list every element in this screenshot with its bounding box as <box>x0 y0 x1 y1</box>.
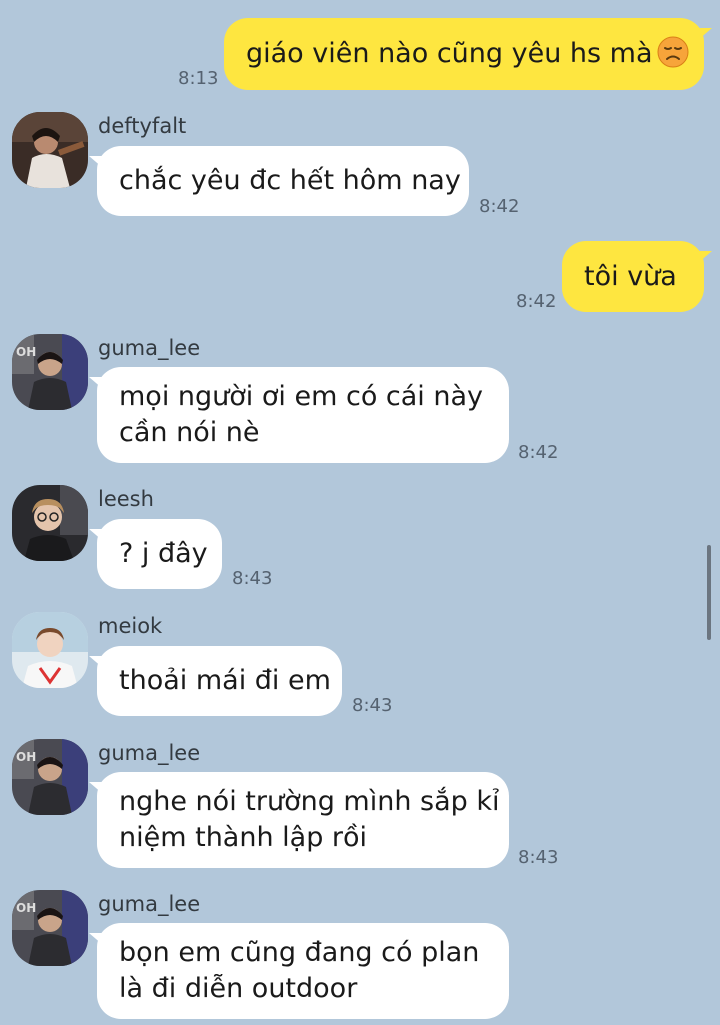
message-text: mọi người ơi em có cái này <box>119 381 484 412</box>
avatar-guma_lee-image: OH <box>12 334 88 410</box>
outgoing-message-bubble[interactable]: giáo viên nào cũng yêu hs mà <box>224 18 712 90</box>
avatar[interactable]: OH <box>12 739 88 815</box>
incoming-message-bubble[interactable]: thoải mái đi em <box>89 646 342 716</box>
avatar[interactable]: OH <box>12 890 88 966</box>
sender-name: guma_lee <box>98 741 201 765</box>
chat-view[interactable]: 8:13 giáo viên nào cũng yêu hs mà deftyf… <box>0 0 720 1025</box>
incoming-message-bubble[interactable]: ? j đây <box>89 519 222 589</box>
outgoing-message-bubble[interactable]: tôi vừa <box>562 241 712 312</box>
message-time: 8:43 <box>518 847 559 868</box>
message-text: niệm thành lập rồi <box>119 822 368 853</box>
message-time: 8:43 <box>352 695 393 716</box>
incoming-message-bubble[interactable]: bọn em cũng đang có plan là đi diễn outd… <box>89 923 509 1019</box>
message-text: cần nói nè <box>119 417 260 448</box>
message-text: tôi vừa <box>584 260 677 292</box>
message-text: thoải mái đi em <box>119 665 331 696</box>
svg-text:OH: OH <box>16 345 36 359</box>
message-time: 8:42 <box>516 291 557 312</box>
avatar[interactable] <box>12 612 88 688</box>
message-time: 8:43 <box>232 568 273 589</box>
avatar-leesh-image <box>12 485 88 561</box>
sender-name: guma_lee <box>98 336 201 360</box>
message-text: là đi diễn outdoor <box>119 973 358 1004</box>
scrollbar[interactable] <box>707 545 711 640</box>
avatar[interactable]: OH <box>12 334 88 410</box>
sender-name: deftyfalt <box>98 114 187 138</box>
incoming-message-bubble[interactable]: mọi người ơi em có cái này cần nói nè <box>89 367 509 463</box>
sender-name: guma_lee <box>98 892 201 916</box>
message-time: 8:42 <box>518 442 559 463</box>
disappointed-face-icon <box>657 36 689 68</box>
sender-name: leesh <box>98 487 154 511</box>
avatar-guma_lee-image: OH <box>12 739 88 815</box>
avatar[interactable] <box>12 485 88 561</box>
avatar-guma_lee-image: OH <box>12 890 88 966</box>
message-text: giáo viên nào cũng yêu hs mà <box>246 38 653 69</box>
avatar-deftyfalt-image <box>12 112 88 188</box>
incoming-message-bubble[interactable]: nghe nói trường mình sắp kỉ niệm thành l… <box>89 772 509 868</box>
message-text: ? j đây <box>119 538 208 569</box>
svg-text:OH: OH <box>16 750 36 764</box>
message-text: chắc yêu đc hết hôm nay <box>119 165 461 196</box>
message-text: bọn em cũng đang có plan <box>119 937 480 968</box>
avatar-meiok-image <box>12 612 88 688</box>
avatar[interactable] <box>12 112 88 188</box>
svg-text:OH: OH <box>16 901 36 915</box>
sender-name: meiok <box>98 614 163 638</box>
incoming-message-bubble[interactable]: chắc yêu đc hết hôm nay <box>89 146 469 216</box>
message-time: 8:13 <box>178 68 219 89</box>
message-time: 8:42 <box>479 196 520 217</box>
message-text: nghe nói trường mình sắp kỉ <box>119 786 500 817</box>
